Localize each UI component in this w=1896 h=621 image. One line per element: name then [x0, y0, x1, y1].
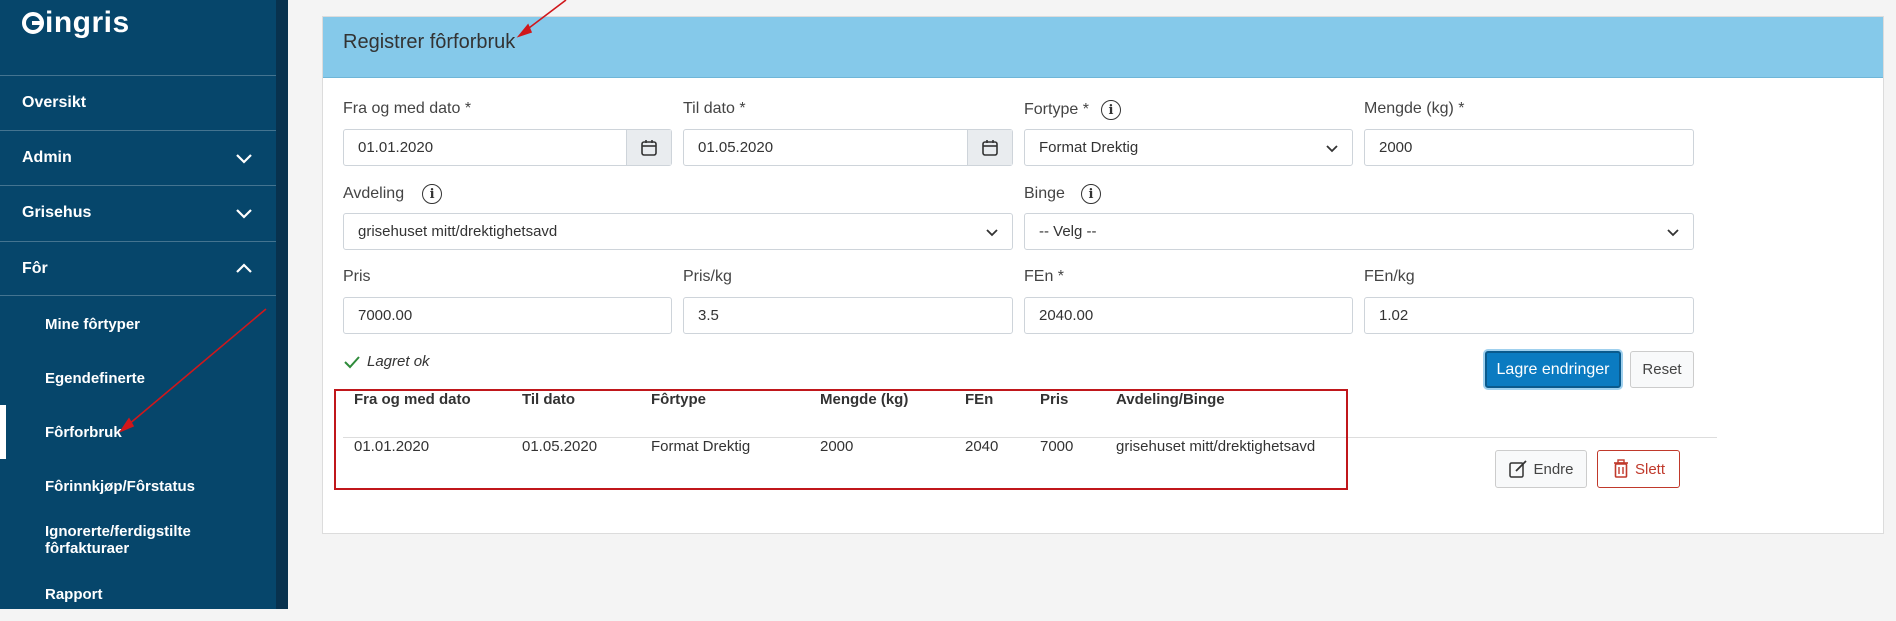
sidebar-item-label: Oversikt	[22, 94, 87, 111]
fenkg-value: 1.02	[1379, 307, 1409, 324]
table-cell: 2040	[965, 438, 999, 455]
priskg-label: Pris/kg	[683, 268, 732, 285]
mengde-value: 2000	[1379, 139, 1413, 156]
sidebar-subitem-label: Mine fôrtyper	[45, 315, 141, 333]
table-cell: 01.01.2020	[354, 438, 430, 455]
fortype-label-wrap: Fortype * i	[1024, 100, 1121, 120]
column-header: Pris	[1040, 391, 1069, 408]
til-dato-value: 01.05.2020	[698, 139, 774, 156]
fra-dato-value: 01.01.2020	[358, 139, 434, 156]
sidebar-item-label: Fôr	[22, 259, 48, 277]
chevron-down-icon	[986, 229, 998, 237]
avdeling-select[interactable]: grisehuset mitt/drektighetsavd	[343, 213, 1013, 250]
table-cell: 7000	[1040, 438, 1074, 455]
delete-button-label: Slett	[1634, 460, 1665, 478]
checkmark-icon	[344, 355, 360, 368]
column-header: Til dato	[522, 391, 576, 408]
mengde-input[interactable]: 2000	[1364, 129, 1694, 166]
chevron-up-icon	[236, 262, 252, 273]
sidebar-subitem-egendefinerte[interactable]: Egendefinerte	[0, 351, 276, 405]
info-icon[interactable]: i	[1080, 184, 1101, 204]
sidebar-item-grisehus[interactable]: Grisehus	[0, 185, 276, 240]
fortype-select[interactable]: Format Drektig	[1024, 129, 1353, 166]
logo[interactable]: ingris	[22, 6, 130, 40]
binge-value: -- Velg --	[1039, 223, 1097, 240]
fenkg-input[interactable]: 1.02	[1364, 297, 1694, 334]
sidebar-edge	[276, 0, 288, 609]
sidebar-item-label: Grisehus	[22, 204, 92, 221]
pris-label: Pris	[343, 268, 371, 285]
fen-label: FEn *	[1024, 268, 1065, 285]
til-dato-input[interactable]: 01.05.2020	[683, 129, 1013, 166]
table-cell: Format Drektig	[651, 438, 751, 455]
fen-input[interactable]: 2040.00	[1024, 297, 1353, 334]
sidebar-item-label: Admin	[22, 149, 72, 166]
avdeling-label-wrap: Avdeling i	[343, 184, 443, 204]
binge-label-wrap: Binge i	[1024, 184, 1101, 204]
delete-button[interactable]: Slett	[1597, 450, 1680, 488]
table-cell: 2000	[820, 438, 854, 455]
avdeling-value: grisehuset mitt/drektighetsavd	[358, 223, 558, 240]
sidebar-subitem-label: Fôrinnkjøp/Fôrstatus	[45, 477, 195, 495]
avdeling-label: Avdeling	[343, 185, 405, 202]
fra-dato-label: Fra og med dato *	[343, 100, 472, 117]
edit-button-label: Endre	[1533, 460, 1574, 478]
column-header: Fra og med dato	[354, 391, 471, 408]
chevron-down-icon	[236, 209, 252, 219]
column-header: FEn	[965, 391, 994, 408]
calendar-icon[interactable]	[626, 130, 671, 165]
column-header: Mengde (kg)	[820, 391, 909, 408]
column-header: Avdeling/Binge	[1116, 391, 1225, 408]
sidebar-subitem-mine-fortyper[interactable]: Mine fôrtyper	[0, 297, 276, 351]
sidebar-subitem-rapport[interactable]: Rapport	[0, 567, 276, 621]
card-header: Registrer fôrforbruk	[323, 17, 1883, 78]
fortype-value: Format Drektig	[1039, 139, 1139, 156]
sidebar-subitem-label: Fôrforbruk	[45, 423, 122, 441]
sidebar-item-oversikt[interactable]: Oversikt	[0, 75, 276, 130]
sidebar-subitem-forinnkjop[interactable]: Fôrinnkjøp/Fôrstatus	[0, 459, 276, 513]
sidebar-subitem-label: Egendefinerte	[45, 369, 146, 387]
sidebar-subitem-label: Rapport	[45, 585, 103, 603]
logo-text: ingris	[45, 6, 130, 39]
sidebar-subitem-label: Ignorerte/ferdigstilte fôrfakturaer	[45, 523, 191, 557]
calendar-icon[interactable]	[967, 130, 1012, 165]
table-cell: 01.05.2020	[522, 438, 598, 455]
table-cell: grisehuset mitt/drektighetsavd	[1116, 438, 1316, 455]
save-status-text: Lagret ok	[367, 353, 430, 370]
trash-icon	[1613, 459, 1628, 478]
chevron-down-icon	[1326, 145, 1338, 153]
info-icon[interactable]: i	[1100, 100, 1121, 120]
reset-button[interactable]: Reset	[1630, 351, 1694, 388]
edit-icon	[1509, 460, 1528, 478]
binge-select[interactable]: -- Velg --	[1024, 213, 1694, 250]
mengde-label: Mengde (kg) *	[1364, 100, 1465, 117]
sidebar-item-admin[interactable]: Admin	[0, 130, 276, 185]
fra-dato-input[interactable]: 01.01.2020	[343, 129, 672, 166]
page-title: Registrer fôrforbruk	[343, 31, 516, 53]
pris-value: 7000.00	[358, 307, 413, 324]
save-button[interactable]: Lagre endringer	[1485, 351, 1621, 388]
priskg-input[interactable]: 3.5	[683, 297, 1013, 334]
sidebar-item-for[interactable]: Fôr	[0, 241, 276, 296]
pris-input[interactable]: 7000.00	[343, 297, 672, 334]
priskg-value: 3.5	[698, 307, 719, 324]
chevron-down-icon	[1667, 229, 1679, 237]
fen-value: 2040.00	[1039, 307, 1094, 324]
binge-label: Binge	[1024, 185, 1065, 202]
save-status: Lagret ok	[343, 353, 430, 370]
chevron-down-icon	[236, 154, 252, 164]
fortype-label: Fortype *	[1024, 101, 1089, 118]
fenkg-label: FEn/kg	[1364, 268, 1415, 285]
column-header: Fôrtype	[651, 391, 707, 408]
info-icon[interactable]: i	[422, 184, 443, 204]
edit-button[interactable]: Endre	[1495, 450, 1587, 488]
til-dato-label: Til dato *	[683, 100, 746, 117]
sidebar-subitem-forforbruk[interactable]: Fôrforbruk	[0, 405, 276, 459]
logo-icon	[22, 12, 44, 34]
sidebar: ingris Oversikt Admin Grisehus Fôr Mine …	[0, 0, 276, 609]
sidebar-subitem-ignorerte[interactable]: Ignorerte/ferdigstilte fôrfakturaer	[0, 513, 276, 567]
